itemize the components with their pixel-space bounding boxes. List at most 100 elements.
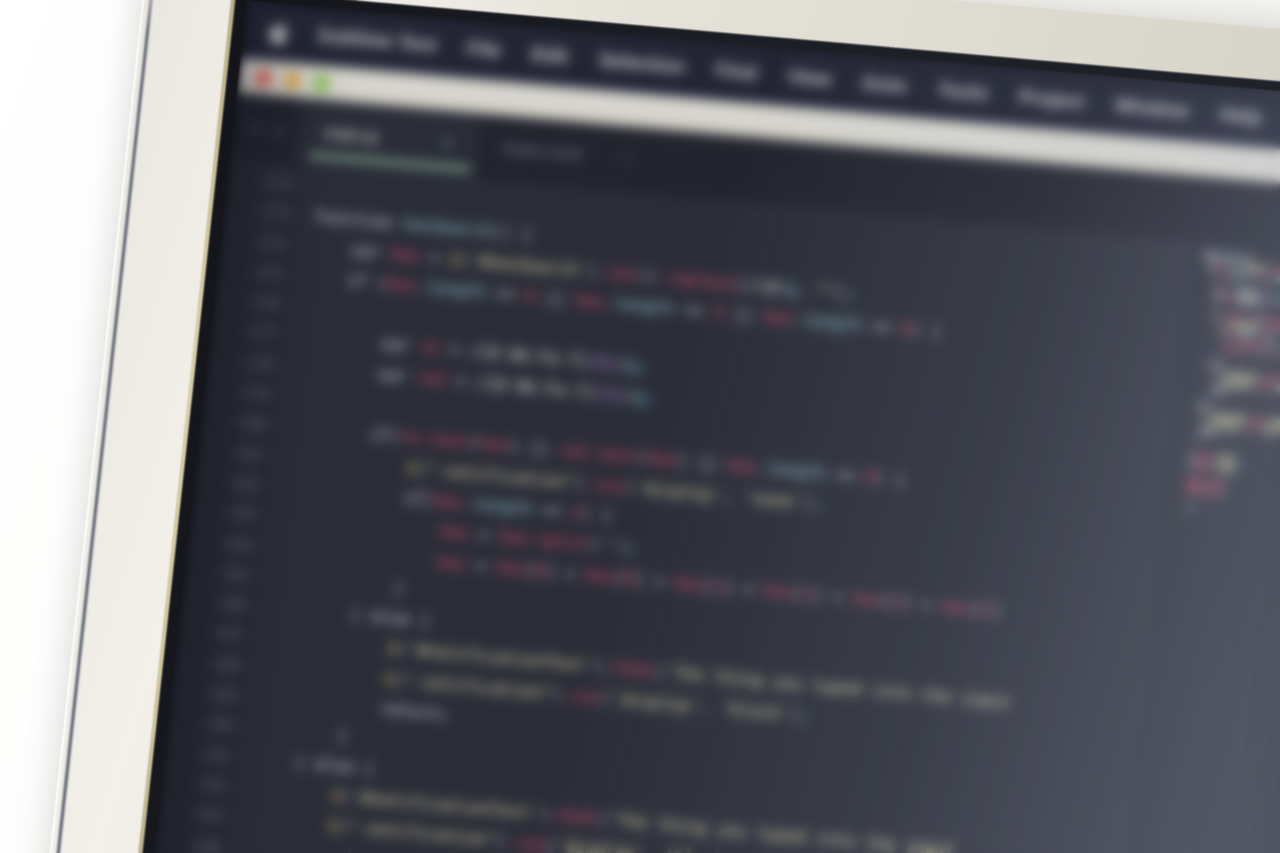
code-token: .length (415, 276, 487, 302)
menu-item-selection[interactable]: Selection (598, 50, 686, 79)
minimap-token (1230, 330, 1237, 337)
minimap-token (1268, 266, 1271, 273)
code-token: $ (247, 809, 339, 836)
minimap-token (1210, 405, 1214, 411)
code-token: + (643, 570, 676, 592)
tab-close-icon[interactable]: × (407, 131, 452, 153)
minimap-token (1209, 480, 1222, 487)
minimap-token (1260, 375, 1264, 381)
minimap-token (1261, 342, 1265, 348)
close-window-button[interactable] (253, 68, 273, 87)
code-token: ; (626, 538, 639, 558)
tab-close-icon[interactable]: × (586, 147, 631, 169)
minimap-token (1270, 292, 1273, 298)
menu-item-tools[interactable]: Tools (937, 79, 989, 105)
code-token: 'display' (554, 835, 646, 853)
menu-item-edit[interactable]: Edit (530, 44, 569, 69)
code-token: { (353, 757, 375, 779)
code-token: hex (388, 243, 421, 266)
minimap-token (1271, 300, 1274, 306)
code-token: '#hexSearch' (468, 250, 590, 280)
minimap-token (1223, 288, 1229, 294)
minimap-token (1232, 263, 1236, 269)
code-token: .replace (656, 267, 738, 293)
nav-back-icon[interactable]: ‹ (250, 114, 260, 139)
code-token: .test (587, 443, 639, 467)
minimap-token (1261, 291, 1268, 298)
minimap-token (1253, 417, 1264, 423)
code-token: re (418, 337, 441, 359)
code-token: if (290, 417, 392, 446)
macbook-laptop: Sublime Text File Edit Selection Find Vi… (36, 0, 1280, 853)
menu-item-find[interactable]: Find (715, 60, 758, 85)
code-token: = (465, 554, 497, 576)
minimap-token (1266, 342, 1271, 348)
code-token: ] (989, 600, 1002, 621)
menu-item-goto[interactable]: Goto (861, 73, 908, 99)
menu-item-help[interactable]: Help (1219, 104, 1263, 130)
minimap-token (1238, 331, 1253, 338)
menu-item-file[interactable]: File (466, 38, 502, 63)
minimap-token (1267, 317, 1274, 323)
minimap-token (1264, 275, 1271, 281)
code-token: + (732, 577, 765, 600)
zoom-window-button[interactable] (311, 73, 331, 92)
code-token: hex (573, 290, 606, 312)
code-token: ; (811, 493, 824, 514)
menu-item-sublime-text[interactable]: Sublime Text (316, 25, 437, 57)
minimap-token (1199, 429, 1212, 436)
code-token: .length (461, 493, 534, 519)
code-token: hex (940, 596, 973, 618)
minimap-token (1217, 456, 1236, 463)
minimap-token (1242, 264, 1266, 272)
minimap-token (1249, 349, 1252, 355)
code-token: {3} (593, 383, 626, 405)
code-content[interactable]: function hexSearch() { var hex = $('#hex… (214, 164, 1280, 853)
minimap-token (1253, 349, 1257, 355)
apple-logo-icon[interactable] (268, 19, 293, 47)
minimap-token (1212, 379, 1216, 386)
menu-item-project[interactable]: Project (1018, 86, 1086, 114)
minimap-token (1252, 273, 1256, 280)
code-token: {6} (587, 352, 619, 374)
minimap-token (1214, 430, 1217, 436)
minimap-token (1216, 464, 1235, 471)
minimap-token (1273, 343, 1276, 349)
minimap-token (1211, 464, 1215, 470)
minimap-token (1269, 384, 1273, 391)
code-token: ) { (874, 468, 906, 491)
minimap-token (1218, 372, 1222, 378)
code-token: || (722, 303, 764, 326)
minimap-token (1189, 453, 1196, 460)
code-token: hex (498, 526, 530, 549)
code-token: .length (755, 458, 827, 484)
minimap-token (1276, 318, 1280, 324)
code-token: == (484, 282, 527, 305)
minimap-token (1207, 362, 1210, 368)
code-token: 'none' (742, 487, 804, 512)
menu-item-window[interactable]: Window (1114, 95, 1190, 123)
code-token: () (636, 265, 659, 287)
code-token: || (534, 286, 576, 310)
minimap-token (1260, 325, 1264, 331)
minimap-token (1275, 292, 1278, 298)
code-token: = (418, 246, 451, 268)
code-token: ; (844, 283, 857, 304)
minimap-token (1257, 425, 1261, 432)
minimap-token (1224, 338, 1232, 345)
code-token: re2 (557, 440, 590, 463)
code-token: ; (643, 387, 656, 408)
minimap-token (1258, 350, 1261, 356)
minimap-token (1263, 350, 1269, 357)
menu-item-view[interactable]: View (786, 66, 832, 92)
minimap-token (1265, 418, 1269, 424)
minimap-token (1221, 254, 1240, 261)
nav-forward-icon[interactable]: › (273, 116, 283, 141)
minimap-token (1257, 316, 1266, 323)
minimize-window-button[interactable] (282, 70, 302, 90)
minimap-token (1224, 322, 1227, 328)
code-token: () { (491, 222, 533, 245)
minimap-token (1185, 487, 1202, 494)
code-token: .val (596, 261, 639, 285)
code-editor[interactable]: 172 173 174 175 176 177 178 179 180 181 182 183 184 1… (140, 157, 1280, 853)
